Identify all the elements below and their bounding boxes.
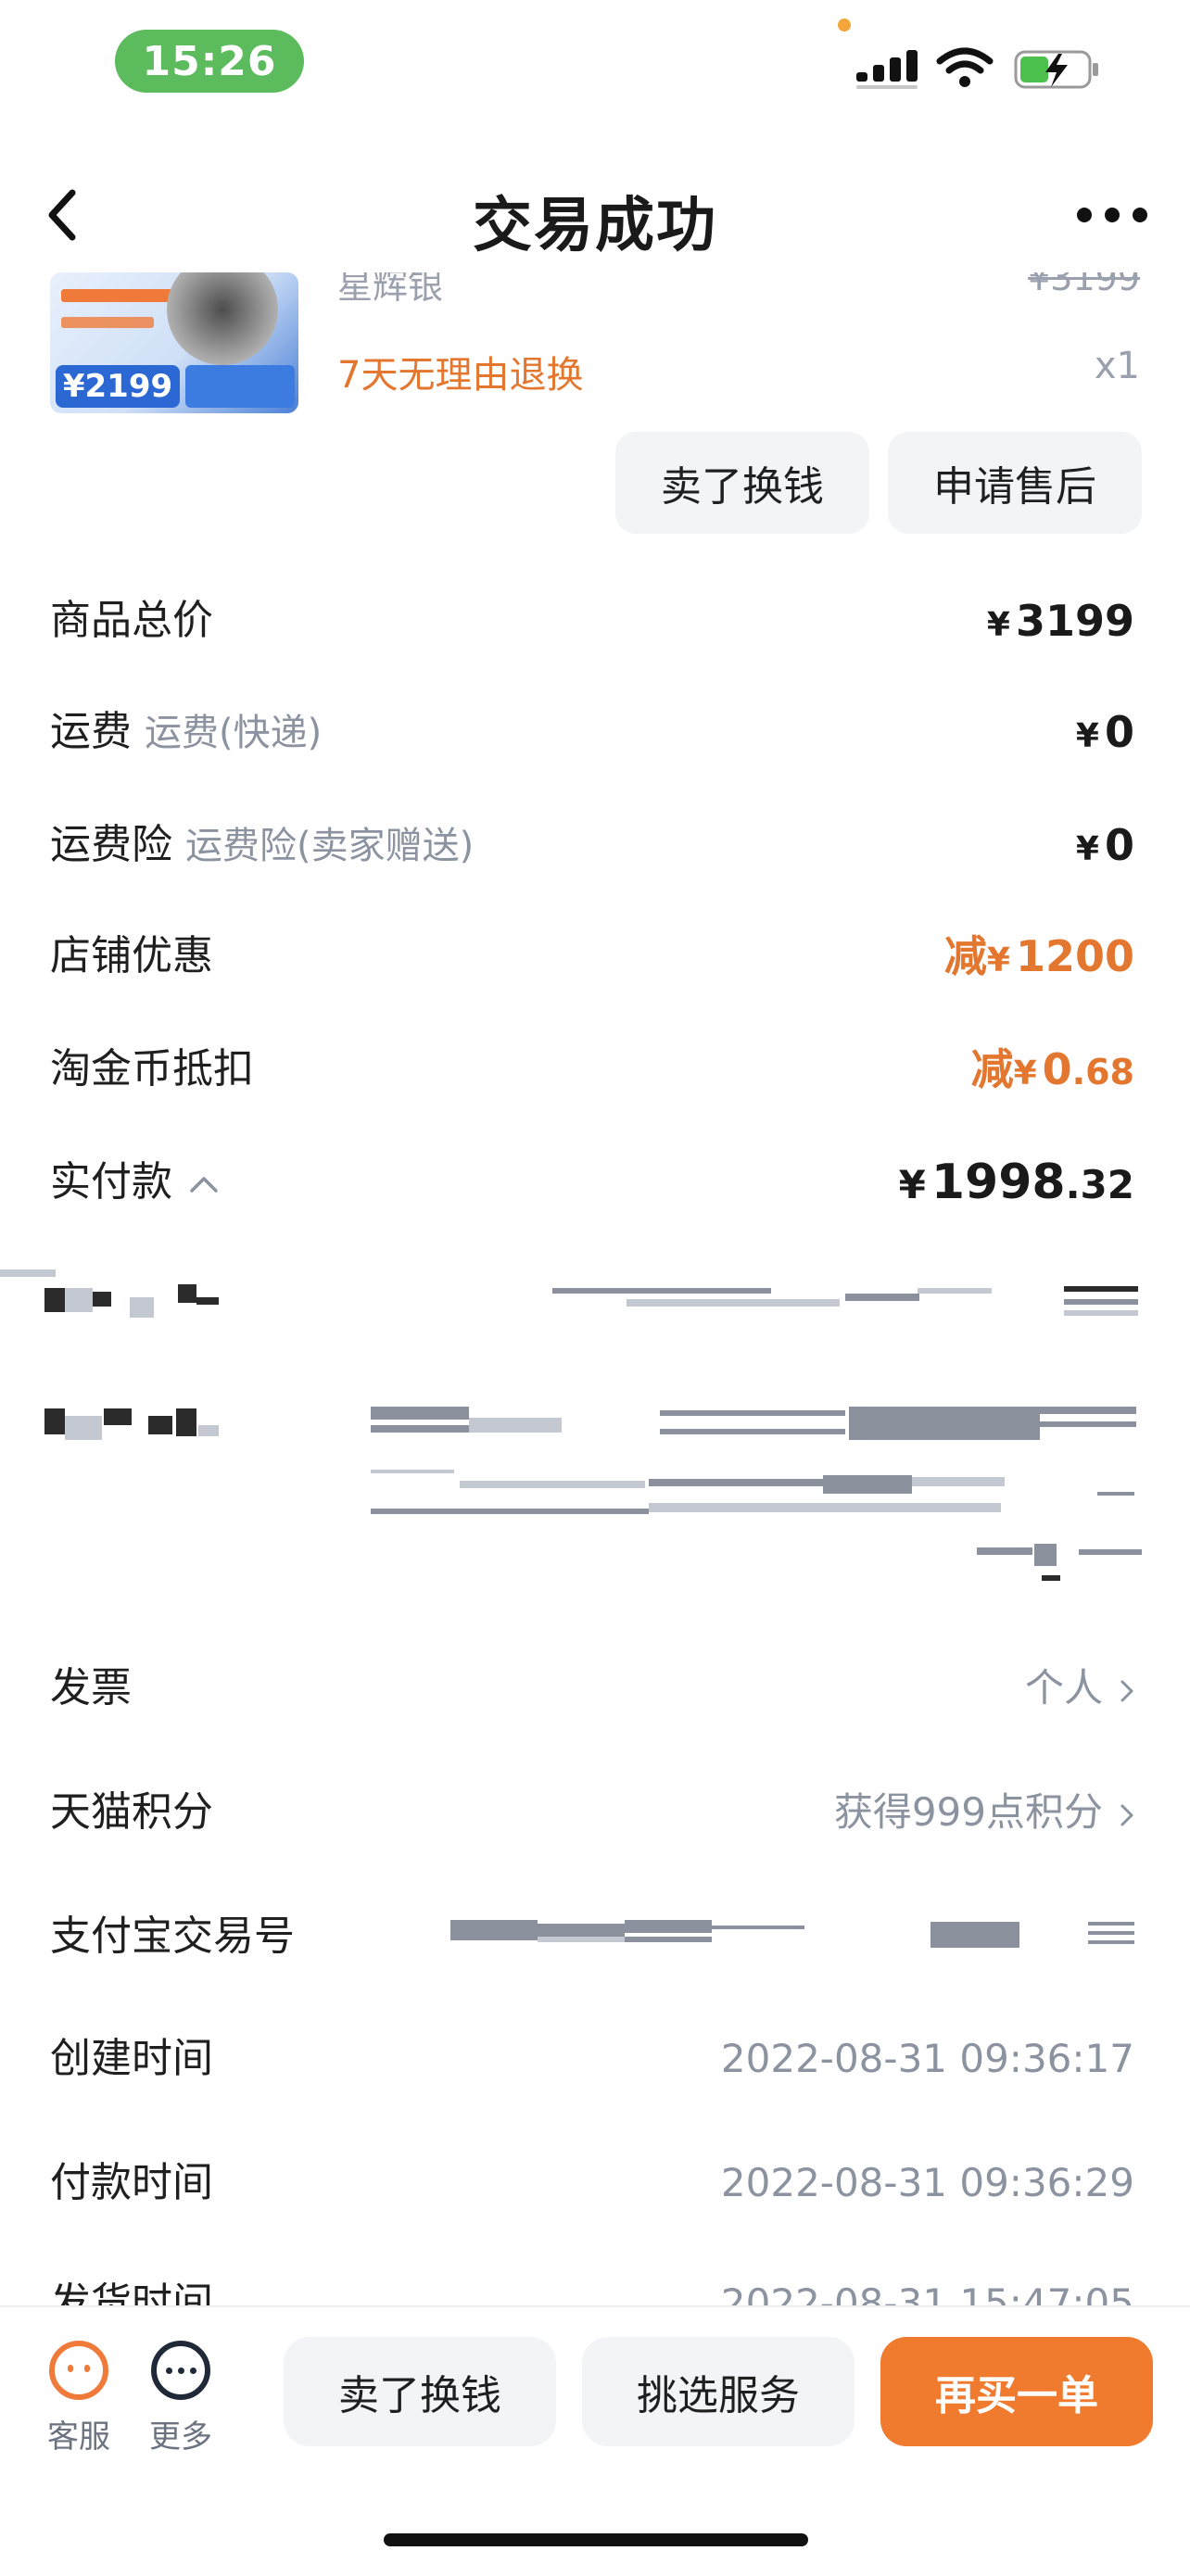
shipping-sub: 运费(快递) [145, 712, 323, 754]
product-original-price: ¥3199 [1028, 272, 1140, 298]
tmall-points-value: 获得999点积分 [833, 1789, 1103, 1835]
shipping-insurance-label: 运费险 [50, 821, 172, 868]
invoice-value: 个人 [1024, 1665, 1103, 1711]
tmall-points-label: 天猫积分 [50, 1788, 213, 1836]
coin-deduction-label: 淘金币抵扣 [50, 1045, 254, 1092]
nav-bar: 交易成功 [0, 158, 1190, 272]
goods-total-label: 商品总价 [50, 597, 213, 644]
wifi-icon [936, 47, 994, 87]
shipped-time-value: 2022-08-31 15:47:05 [720, 2280, 1134, 2305]
shipping-insurance-row: 运费险 运费险(卖家赠送) ¥0 [50, 808, 1134, 882]
redacted-info-block [0, 1269, 1190, 1603]
more-button[interactable]: 更多 [139, 2341, 222, 2456]
customer-service-label: 客服 [47, 2418, 110, 2456]
home-indicator[interactable] [384, 2533, 808, 2546]
return-policy-tag: 7天无理由退换 [337, 354, 584, 397]
more-options-icon[interactable] [1075, 198, 1149, 232]
store-discount-value: 减¥ 1200 [943, 931, 1134, 981]
thumbnail-price: ¥2199 [56, 365, 180, 408]
invoice-row[interactable]: 发票 个人 [50, 1651, 1134, 1725]
alipay-transaction-row: 支付宝交易号 [50, 1900, 1134, 1974]
product-quantity: x1 [1094, 345, 1140, 387]
shipping-insurance-value: ¥0 [1075, 820, 1134, 870]
shipping-label: 运费 [50, 708, 132, 755]
redacted-transaction-number [450, 1920, 1136, 1957]
store-discount-label: 店铺优惠 [50, 932, 213, 979]
battery-charging-icon [1014, 50, 1098, 89]
paid-amount-value: ¥1998.32 [898, 1155, 1134, 1210]
paid-amount-label: 实付款 [50, 1158, 172, 1206]
goods-total-value: ¥3199 [986, 596, 1134, 646]
product-item[interactable]: ¥2199 星辉银 ¥3199 7天无理由退换 x1 [0, 272, 1190, 421]
product-thumbnail[interactable]: ¥2199 [50, 272, 298, 413]
paid-time-row: 付款时间 2022-08-31 09:36:29 [50, 2146, 1134, 2220]
paid-time-value: 2022-08-31 09:36:29 [720, 2160, 1134, 2205]
customer-service-icon [49, 2341, 108, 2400]
apply-after-sale-button[interactable]: 申请售后 [888, 432, 1142, 534]
created-time-label: 创建时间 [50, 2035, 213, 2082]
coin-deduction-row: 淘金币抵扣 减¥ 0.68 [50, 1032, 1134, 1106]
privacy-indicator-dot [838, 19, 851, 32]
status-bar: 15:26 [0, 0, 1190, 130]
shipping-value: ¥0 [1075, 707, 1134, 757]
tmall-points-row[interactable]: 天猫积分 获得999点积分 [50, 1775, 1134, 1850]
invoice-label: 发票 [50, 1664, 132, 1711]
page-title: 交易成功 [473, 192, 717, 260]
more-dots-icon [151, 2341, 210, 2400]
status-time: 15:26 [115, 30, 304, 93]
more-label: 更多 [149, 2418, 212, 2456]
shipped-time-label: 发货时间 [50, 2279, 213, 2305]
sell-exchange-bottom-button[interactable]: 卖了换钱 [284, 2337, 556, 2446]
thumbnail-promo-tag [61, 317, 154, 328]
thumbnail-banner [185, 365, 295, 408]
product-spec: 星辉银 [337, 272, 444, 307]
sell-exchange-button[interactable]: 卖了换钱 [615, 432, 869, 534]
pick-service-button[interactable]: 挑选服务 [582, 2337, 855, 2446]
created-time-value: 2022-08-31 09:36:17 [720, 2036, 1134, 2081]
shipped-time-row: 发货时间 2022-08-31 15:47:05 [50, 2267, 1134, 2305]
shipping-insurance-sub: 运费险(卖家赠送) [185, 825, 475, 867]
chevron-up-icon[interactable] [189, 1175, 219, 1193]
paid-amount-row[interactable]: 实付款 ¥1998.32 [50, 1145, 1134, 1219]
chevron-right-icon[interactable] [1120, 1803, 1134, 1827]
created-time-row: 创建时间 2022-08-31 09:36:17 [50, 2022, 1134, 2096]
paid-time-label: 付款时间 [50, 2159, 213, 2206]
alipay-transaction-label: 支付宝交易号 [50, 1913, 295, 1960]
buy-again-button[interactable]: 再买一单 [880, 2337, 1153, 2446]
coin-deduction-value: 减¥ 0.68 [970, 1044, 1134, 1094]
thumbnail-device-image [167, 272, 278, 365]
cellular-signal-icon [856, 50, 918, 89]
chevron-right-icon[interactable] [1120, 1679, 1134, 1703]
goods-total-row: 商品总价 ¥3199 [50, 584, 1134, 658]
shipping-row: 运费 运费(快递) ¥0 [50, 695, 1134, 769]
customer-service-button[interactable]: 客服 [37, 2341, 120, 2456]
store-discount-row: 店铺优惠 减¥ 1200 [50, 919, 1134, 993]
thumbnail-promo-tag [61, 289, 172, 302]
